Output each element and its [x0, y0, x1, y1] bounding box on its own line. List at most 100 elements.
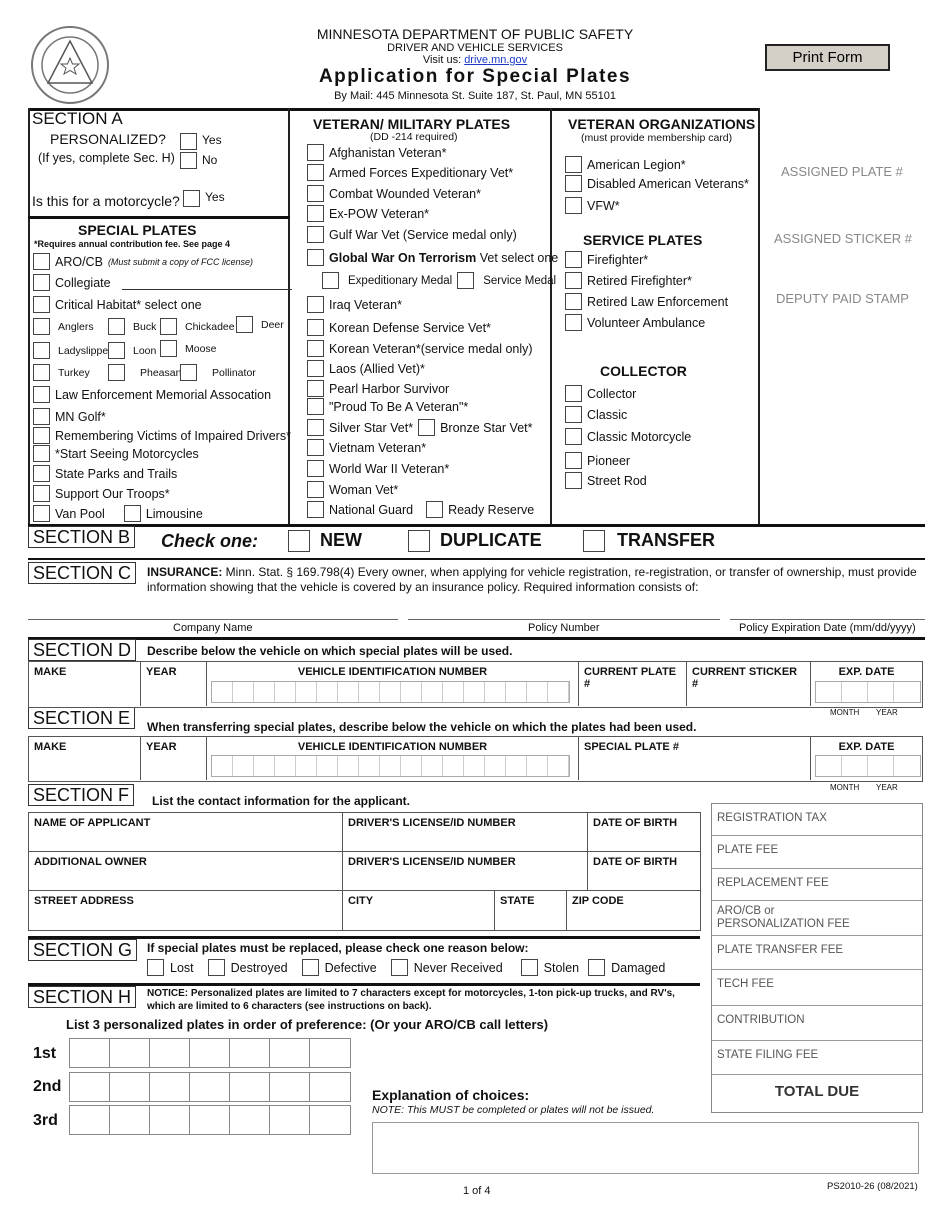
reason-checkbox[interactable] [520, 959, 538, 976]
veteran-checkbox[interactable] [307, 439, 324, 456]
vin-input[interactable] [211, 755, 570, 777]
dob2-cell[interactable]: DATE OF BIRTH [588, 852, 700, 891]
fee-row[interactable]: REPLACEMENT FEE [712, 869, 922, 901]
collegiate-checkbox[interactable] [33, 274, 50, 291]
collector-checkbox[interactable] [565, 452, 582, 469]
year-cell[interactable]: YEAR [141, 737, 207, 780]
city-cell[interactable]: CITY [343, 891, 495, 930]
veteran-checkbox[interactable] [307, 398, 324, 415]
habitat-checkbox[interactable] [33, 318, 50, 335]
zip-code-cell[interactable]: ZIP CODE [567, 891, 700, 930]
print-form-button[interactable]: Print Form [765, 44, 890, 71]
company-name-input[interactable] [28, 619, 398, 620]
veteran-checkbox[interactable] [307, 144, 324, 161]
year-cell[interactable]: YEAR [141, 662, 207, 706]
dl2-cell[interactable]: DRIVER'S LICENSE/ID NUMBER [343, 852, 588, 891]
habitat-checkbox[interactable] [160, 340, 177, 357]
veteran-checkbox[interactable] [307, 226, 324, 243]
exp-date-input[interactable] [815, 681, 921, 703]
state-cell[interactable]: STATE [495, 891, 567, 930]
make-cell[interactable]: MAKE [29, 662, 141, 706]
veteran-checkbox[interactable] [307, 185, 324, 202]
veteran-checkbox[interactable] [307, 319, 324, 336]
special-plate-checkbox[interactable] [33, 485, 50, 502]
gwot-checkbox[interactable] [307, 249, 324, 266]
personalized-yes-checkbox[interactable] [180, 133, 197, 150]
veteran-checkbox[interactable] [307, 360, 324, 377]
org-checkbox[interactable] [565, 175, 582, 192]
fee-row[interactable]: PLATE FEE [712, 836, 922, 869]
national-guard-checkbox[interactable] [307, 501, 324, 518]
choice-2-input[interactable] [69, 1072, 351, 1102]
motorcycle-yes-checkbox[interactable] [183, 190, 200, 207]
fee-row[interactable]: REGISTRATION TAX [712, 804, 922, 836]
habitat-checkbox[interactable] [236, 316, 253, 333]
habitat-checkbox[interactable] [160, 318, 177, 335]
current-plate-cell[interactable]: CURRENT PLATE # [579, 662, 687, 706]
special-plate-cell[interactable]: SPECIAL PLATE # [579, 737, 811, 780]
collector-checkbox[interactable] [565, 472, 582, 489]
veteran-checkbox[interactable] [307, 340, 324, 357]
applicant-name-cell[interactable]: NAME OF APPLICANT [29, 813, 343, 852]
explanation-textarea[interactable] [372, 1122, 919, 1174]
reason-checkbox[interactable] [147, 959, 164, 976]
additional-owner-cell[interactable]: ADDITIONAL OWNER [29, 852, 343, 891]
new-checkbox[interactable] [288, 530, 310, 552]
duplicate-checkbox[interactable] [408, 530, 430, 552]
org-checkbox[interactable] [565, 156, 582, 173]
special-plate-checkbox[interactable] [33, 427, 50, 444]
veteran-checkbox[interactable] [307, 460, 324, 477]
dob-cell[interactable]: DATE OF BIRTH [588, 813, 700, 852]
total-due-row[interactable]: TOTAL DUE [712, 1075, 922, 1112]
veteran-checkbox[interactable] [307, 380, 324, 397]
dl-cell[interactable]: DRIVER'S LICENSE/ID NUMBER [343, 813, 588, 852]
org-checkbox[interactable] [565, 197, 582, 214]
collegiate-name-input[interactable] [121, 276, 292, 290]
fee-row[interactable]: STATE FILING FEE [712, 1041, 922, 1075]
veteran-checkbox[interactable] [307, 481, 324, 498]
reason-checkbox[interactable] [588, 959, 606, 976]
service-checkbox[interactable] [565, 293, 582, 310]
make-cell[interactable]: MAKE [29, 737, 141, 780]
personalized-no-checkbox[interactable] [180, 152, 197, 169]
habitat-checkbox[interactable] [108, 342, 125, 359]
reason-checkbox[interactable] [207, 959, 225, 976]
exp-date-input[interactable] [815, 755, 921, 777]
fee-row[interactable]: TECH FEE [712, 970, 922, 1006]
silver-star-checkbox[interactable] [307, 419, 324, 436]
website-link[interactable]: drive.mn.gov [464, 54, 527, 66]
habitat-checkbox[interactable] [108, 318, 125, 335]
habitat-checkbox[interactable] [180, 364, 197, 381]
policy-expiration-input[interactable] [730, 619, 925, 620]
veteran-checkbox[interactable] [307, 296, 324, 313]
reason-checkbox[interactable] [301, 959, 319, 976]
street-address-cell[interactable]: STREET ADDRESS [29, 891, 343, 930]
collector-checkbox[interactable] [565, 406, 582, 423]
special-plate-checkbox[interactable] [33, 408, 50, 425]
critical-habitat-checkbox[interactable] [33, 296, 50, 313]
transfer-checkbox[interactable] [583, 530, 605, 552]
service-checkbox[interactable] [565, 251, 582, 268]
choice-1-input[interactable] [69, 1038, 351, 1068]
ready-reserve-checkbox[interactable] [426, 501, 444, 518]
service-medal-checkbox[interactable] [457, 272, 475, 289]
reason-checkbox[interactable] [390, 959, 408, 976]
collector-checkbox[interactable] [565, 385, 582, 402]
special-plate-checkbox[interactable] [33, 445, 50, 462]
habitat-checkbox[interactable] [33, 364, 50, 381]
van-pool-checkbox[interactable] [33, 505, 50, 522]
policy-number-input[interactable] [408, 619, 720, 620]
vin-input[interactable] [211, 681, 570, 703]
expeditionary-medal-checkbox[interactable] [322, 272, 339, 289]
fee-row[interactable]: CONTRIBUTION [712, 1006, 922, 1041]
habitat-checkbox[interactable] [33, 342, 50, 359]
service-checkbox[interactable] [565, 314, 582, 331]
veteran-checkbox[interactable] [307, 205, 324, 222]
special-plate-checkbox[interactable] [33, 386, 50, 403]
fee-row[interactable]: ARO/CB or PERSONALIZATION FEE [712, 901, 922, 936]
service-checkbox[interactable] [565, 272, 582, 289]
special-plate-checkbox[interactable] [33, 465, 50, 482]
veteran-checkbox[interactable] [307, 164, 324, 181]
current-sticker-cell[interactable]: CURRENT STICKER # [687, 662, 811, 706]
bronze-star-checkbox[interactable] [418, 419, 436, 436]
